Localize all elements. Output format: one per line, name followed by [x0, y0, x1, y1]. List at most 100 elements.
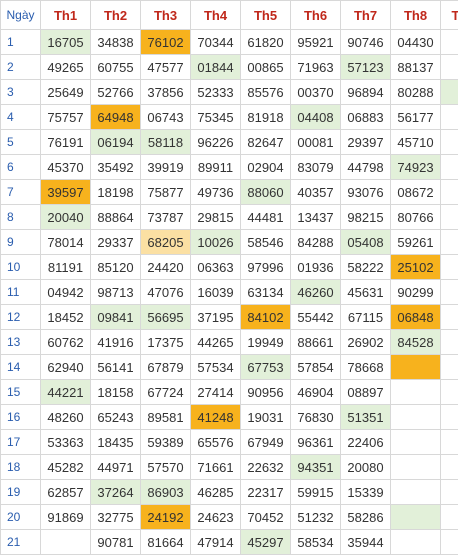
result-cell: 58546	[241, 230, 291, 255]
result-cell: 90781	[91, 530, 141, 555]
result-cell: 46260	[291, 280, 341, 305]
result-cell: 58534	[291, 530, 341, 555]
result-cell: 19949	[241, 330, 291, 355]
result-cell: 57534	[191, 355, 241, 380]
result-cell: 89581	[141, 405, 191, 430]
result-cell	[391, 530, 441, 555]
result-cell: 56695	[141, 305, 191, 330]
result-cell: 08897	[341, 380, 391, 405]
result-cell: 70452	[241, 505, 291, 530]
result-cell: 78014	[41, 230, 91, 255]
result-cell: 44481	[241, 205, 291, 230]
result-cell: 06363	[191, 255, 241, 280]
result-cell: 37264	[91, 480, 141, 505]
result-cell: 44221	[41, 380, 91, 405]
result-cell: 44265	[191, 330, 241, 355]
result-cell: 71963	[291, 55, 341, 80]
result-cell: 84528	[391, 330, 441, 355]
result-cell: 59389	[141, 430, 191, 455]
result-cell: 81664	[141, 530, 191, 555]
result-cell: 06883	[341, 105, 391, 130]
result-cell: 53363	[41, 430, 91, 455]
result-cell: 06743	[141, 105, 191, 130]
result-cell: 47577	[141, 55, 191, 80]
result-cell	[441, 355, 458, 380]
result-cell: 17375	[141, 330, 191, 355]
result-cell: 26902	[341, 330, 391, 355]
result-cell: 34838	[91, 30, 141, 55]
result-cell: 71661	[191, 455, 241, 480]
result-cell: 18158	[91, 380, 141, 405]
result-cell: 37195	[191, 305, 241, 330]
result-cell: 83079	[291, 155, 341, 180]
column-header: Th2	[91, 1, 141, 30]
result-cell	[391, 355, 441, 380]
result-cell: 45631	[341, 280, 391, 305]
result-cell: 45710	[391, 130, 441, 155]
result-cell: 63134	[241, 280, 291, 305]
result-cell: 98215	[341, 205, 391, 230]
day-number: 11	[1, 280, 41, 305]
result-cell: 35492	[91, 155, 141, 180]
result-cell: 09841	[91, 305, 141, 330]
table-row: 1753363184355938965576679499636122406	[1, 430, 458, 455]
results-table: Ngày Th1 Th2 Th3 Th4 Th5 Th6 Th7 Th8 T 1…	[0, 0, 458, 555]
table-row: 5761910619458118962268264700081293974571…	[1, 130, 458, 155]
result-cell: 01844	[191, 55, 241, 80]
column-header: Th7	[341, 1, 391, 30]
result-cell: 06194	[91, 130, 141, 155]
result-cell: 57123	[341, 55, 391, 80]
result-cell	[441, 330, 458, 355]
result-cell: 58222	[341, 255, 391, 280]
table-row: 1360762419161737544265199498866126902845…	[1, 330, 458, 355]
result-cell: 67879	[141, 355, 191, 380]
result-cell: 01936	[291, 255, 341, 280]
result-cell	[41, 530, 91, 555]
result-cell: 05408	[341, 230, 391, 255]
result-cell: 98713	[91, 280, 141, 305]
table-row: 1544221181586772427414909564690408897	[1, 380, 458, 405]
result-cell: 46285	[191, 480, 241, 505]
result-cell	[441, 130, 458, 155]
result-cell: 88864	[91, 205, 141, 230]
result-cell: 75877	[141, 180, 191, 205]
result-cell: 73787	[141, 205, 191, 230]
day-number: 17	[1, 430, 41, 455]
result-cell: 81191	[41, 255, 91, 280]
table-row: 21907818166447914452975853435944	[1, 530, 458, 555]
result-cell: 82647	[241, 130, 291, 155]
day-number: 5	[1, 130, 41, 155]
column-header: Th5	[241, 1, 291, 30]
result-cell: 13437	[291, 205, 341, 230]
result-cell: 76830	[291, 405, 341, 430]
day-number: 8	[1, 205, 41, 230]
result-cell: 00865	[241, 55, 291, 80]
result-cell: 94351	[291, 455, 341, 480]
header-row: Ngày Th1 Th2 Th3 Th4 Th5 Th6 Th7 Th8 T	[1, 1, 458, 30]
result-cell: 62857	[41, 480, 91, 505]
result-cell	[391, 455, 441, 480]
result-cell: 57854	[291, 355, 341, 380]
result-cell: 95921	[291, 30, 341, 55]
result-cell	[441, 205, 458, 230]
result-cell: 49736	[191, 180, 241, 205]
day-number: 4	[1, 105, 41, 130]
column-header: Th6	[291, 1, 341, 30]
table-row: 8200408886473787298154448113437982158076…	[1, 205, 458, 230]
result-cell	[391, 405, 441, 430]
result-cell: 88137	[391, 55, 441, 80]
result-cell: 46904	[291, 380, 341, 405]
day-number: 7	[1, 180, 41, 205]
result-cell	[441, 430, 458, 455]
table-row: 1104942987134707616039631344626045631902…	[1, 280, 458, 305]
result-cell: 52333	[191, 80, 241, 105]
result-cell: 84102	[241, 305, 291, 330]
day-number: 1	[1, 30, 41, 55]
result-cell: 88661	[291, 330, 341, 355]
table-row: 6453703549239919899110290483079447987492…	[1, 155, 458, 180]
result-cell	[441, 380, 458, 405]
result-cell: 78668	[341, 355, 391, 380]
result-cell: 88060	[241, 180, 291, 205]
result-cell: 25649	[41, 80, 91, 105]
result-cell: 15339	[341, 480, 391, 505]
